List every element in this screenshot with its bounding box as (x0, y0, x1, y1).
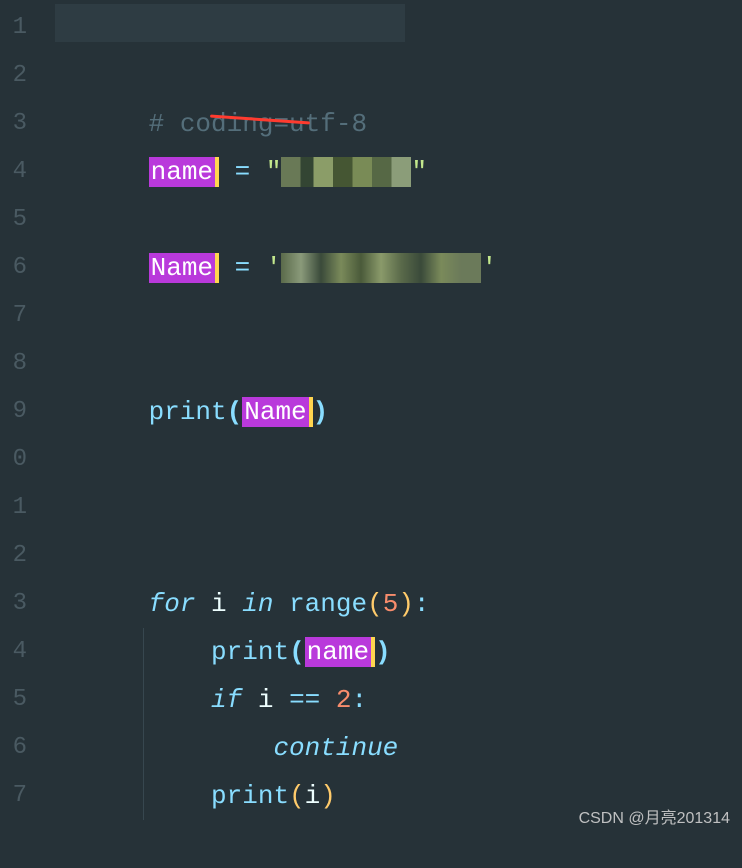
code-line[interactable]: name = "" (55, 100, 742, 148)
code-line[interactable] (55, 388, 742, 436)
code-line[interactable]: print(name) (55, 580, 742, 628)
line-number: 2 (0, 52, 27, 100)
line-number: 4 (0, 148, 27, 196)
line-number: 1 (0, 4, 27, 52)
code-line[interactable] (55, 52, 742, 100)
code-line[interactable] (55, 244, 742, 292)
line-number: 5 (0, 676, 27, 724)
line-number: 3 (0, 580, 27, 628)
code-line[interactable]: continue (55, 676, 742, 724)
watermark: CSDN @月亮201314 (579, 804, 730, 828)
line-number: 0 (0, 436, 27, 484)
code-line[interactable] (55, 292, 742, 340)
line-number: 8 (0, 340, 27, 388)
line-gutter: 1 2 3 4 5 6 7 8 9 0 1 2 3 4 5 6 7 (0, 0, 35, 838)
line-number: 7 (0, 772, 27, 820)
current-line-highlight (55, 4, 405, 42)
code-line[interactable]: print(i) (55, 724, 742, 772)
line-number: 1 (0, 484, 27, 532)
code-line[interactable] (55, 148, 742, 196)
code-line[interactable]: # coding=utf-8 (55, 4, 742, 52)
line-number: 5 (0, 196, 27, 244)
line-number: 6 (0, 724, 27, 772)
code-line[interactable]: Name = '' (55, 196, 742, 244)
line-number: 3 (0, 100, 27, 148)
line-number: 7 (0, 292, 27, 340)
code-line[interactable]: print(Name) (55, 340, 742, 388)
code-line[interactable]: for i in range(5): (55, 532, 742, 580)
code-line[interactable] (55, 484, 742, 532)
red-strike-annotation (210, 115, 310, 125)
code-line[interactable]: if i == 2: (55, 628, 742, 676)
code-editor[interactable]: 1 2 3 4 5 6 7 8 9 0 1 2 3 4 5 6 7 # codi… (0, 0, 742, 838)
code-line[interactable] (55, 436, 742, 484)
code-content[interactable]: # coding=utf-8 name = "" Name = '' print… (35, 0, 742, 838)
line-number: 9 (0, 388, 27, 436)
line-number: 6 (0, 244, 27, 292)
line-number: 2 (0, 532, 27, 580)
line-number: 4 (0, 628, 27, 676)
